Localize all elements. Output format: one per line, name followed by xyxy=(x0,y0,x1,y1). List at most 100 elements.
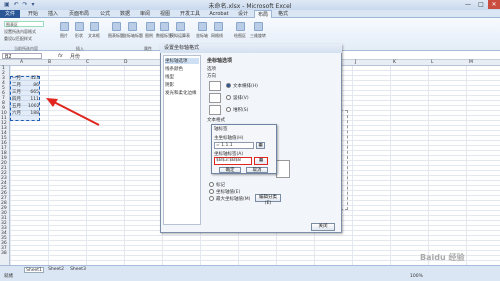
radio-vertical-label: 竖排(V) xyxy=(233,96,249,101)
tab-format[interactable]: 格式 xyxy=(274,10,292,18)
tab-data[interactable]: 数据 xyxy=(116,10,134,18)
radio-tick[interactable] xyxy=(209,182,214,187)
nav-item-shadow[interactable]: 阴影 xyxy=(165,82,174,88)
nav-item-glow[interactable]: 发光和柔化边缘 xyxy=(165,90,197,96)
radio-stacked[interactable] xyxy=(226,107,231,112)
legend-icon[interactable] xyxy=(146,22,155,31)
reset-style-button[interactable]: 重设以匹配样式 xyxy=(4,36,32,42)
shapes-icon[interactable] xyxy=(75,22,84,31)
inner-dialog-title: 轴标签 xyxy=(214,127,228,132)
close-button[interactable]: ✕ xyxy=(488,0,500,9)
chart-title-icon[interactable] xyxy=(112,22,121,31)
table-cell-month[interactable]: 一月 xyxy=(12,76,21,81)
column-header[interactable]: K xyxy=(393,60,396,65)
format-selection-button[interactable]: 设置所选内容格式 xyxy=(4,29,36,35)
nav-item-line-style[interactable]: 线型 xyxy=(165,74,174,80)
table-cell-value[interactable]: 86 xyxy=(28,83,39,88)
gridlines-button[interactable]: 网格线 xyxy=(211,33,223,39)
data-table-button[interactable]: 模拟运算表 xyxy=(170,33,190,39)
nav-item-axis-options[interactable]: 坐标轴选项 xyxy=(165,58,199,64)
table-cell-value[interactable]: 188 xyxy=(28,111,39,116)
tab-insert[interactable]: 插入 xyxy=(44,10,62,18)
data-labels-icon[interactable] xyxy=(160,22,169,31)
sheet-tab-2[interactable]: Sheet2 xyxy=(46,267,66,273)
preview-box xyxy=(276,160,290,178)
table-cell-month[interactable]: 三月 xyxy=(12,90,21,95)
table-cell-value[interactable]: 111 xyxy=(28,97,39,102)
table-cell-month[interactable]: 四月 xyxy=(12,97,21,102)
column-header[interactable]: A xyxy=(20,60,23,65)
restore-button[interactable]: □ xyxy=(475,0,487,9)
table-cell-month[interactable]: 二月 xyxy=(12,83,21,88)
plot-area-icon[interactable] xyxy=(236,22,245,31)
tab-formulas[interactable]: 公式 xyxy=(96,10,114,18)
column-header[interactable]: M xyxy=(469,60,473,65)
text-layout-label: 文本格式 xyxy=(207,118,225,123)
formula-input[interactable]: 月份 xyxy=(70,53,80,60)
column-header[interactable]: C xyxy=(86,60,89,65)
radio-stacked-label: 堆积(S) xyxy=(233,108,249,113)
table-cell-month[interactable]: 五月 xyxy=(12,104,21,109)
radio-tick-label: 标记 xyxy=(216,183,225,188)
name-box[interactable]: B2 xyxy=(2,53,42,60)
nav-item-line-color[interactable]: 线条颜色 xyxy=(165,66,183,72)
table-cell-value[interactable]: 423 xyxy=(28,76,39,81)
picture-button[interactable]: 图片 xyxy=(60,33,68,39)
fx-icon[interactable]: fx xyxy=(58,53,63,59)
column-header[interactable]: L xyxy=(431,60,434,65)
3d-rotation-icon[interactable] xyxy=(254,22,263,31)
minimize-button[interactable]: — xyxy=(462,0,474,9)
collapse-range-icon[interactable]: ▦ xyxy=(256,142,265,149)
radio-horizontal[interactable] xyxy=(226,83,231,88)
tab-acrobat[interactable]: Acrobat xyxy=(206,10,232,18)
table-cell-month[interactable]: 六月 xyxy=(12,111,21,116)
axis-label-range-input[interactable]: $B$3:$B$8 xyxy=(214,157,252,165)
tab-design[interactable]: 设计 xyxy=(234,10,252,18)
table-cell-value[interactable]: 1002 xyxy=(28,104,39,109)
tab-page-layout[interactable]: 页面布局 xyxy=(64,10,94,18)
radio-vertical[interactable] xyxy=(226,95,231,100)
shapes-button[interactable]: 形状 xyxy=(75,33,83,39)
direction-label: 方向 xyxy=(207,74,216,79)
axes-button[interactable]: 坐标轴 xyxy=(196,33,208,39)
radio-max-axis[interactable] xyxy=(209,196,214,201)
chart-element-select[interactable]: 图表区 xyxy=(4,21,44,27)
axis-title-button[interactable]: 坐标轴标题 xyxy=(123,33,143,39)
select-range-icon[interactable]: ▦ xyxy=(254,157,268,165)
column-header[interactable]: B xyxy=(48,60,51,65)
annotation-arrow-icon xyxy=(46,98,100,126)
plot-area-button[interactable]: 绘图区 xyxy=(234,33,246,39)
textbox-icon[interactable] xyxy=(90,22,99,31)
sheet-tab-3[interactable]: Sheet3 xyxy=(68,267,88,273)
tab-review[interactable]: 审阅 xyxy=(136,10,154,18)
chart-title-button[interactable]: 图表标题 xyxy=(108,33,124,39)
picture-icon[interactable] xyxy=(60,22,69,31)
quick-access-toolbar[interactable]: ▣ ↶ ↷ ▾ xyxy=(4,1,35,8)
row-header[interactable]: 38 xyxy=(1,251,7,256)
tab-file[interactable]: 文件 xyxy=(0,10,20,18)
table-cell-value[interactable]: 665 xyxy=(28,90,39,95)
dialog-close-button[interactable]: 关闭 xyxy=(311,223,335,231)
tab-layout[interactable]: 布局 xyxy=(254,10,272,18)
3d-rotation-button[interactable]: 三维旋转 xyxy=(250,33,266,39)
column-header[interactable]: J xyxy=(355,60,356,65)
axes-icon[interactable] xyxy=(198,22,207,31)
column-header[interactable]: D xyxy=(124,60,127,65)
primary-axis-input[interactable]: = 1.1.1 xyxy=(214,142,254,149)
cancel-button[interactable]: 取消 xyxy=(246,167,268,173)
ok-button[interactable]: 确定 xyxy=(219,167,241,173)
tab-developer[interactable]: 开发工具 xyxy=(176,10,204,18)
edit-category-button[interactable]: 编辑分类(E) xyxy=(255,194,281,206)
axis-title-icon[interactable] xyxy=(128,22,137,31)
gridlines-icon[interactable] xyxy=(214,22,223,31)
tab-home[interactable]: 开始 xyxy=(24,10,42,18)
section-title: 坐标轴选项 xyxy=(207,58,233,64)
sheet-tab-1[interactable]: Sheet1 xyxy=(24,267,44,273)
radio-axis-value-label: 坐标轴值(E) xyxy=(216,190,241,195)
legend-button[interactable]: 图例 xyxy=(145,33,153,39)
tab-view[interactable]: 视图 xyxy=(156,10,174,18)
radio-axis-value[interactable] xyxy=(209,189,214,194)
zoom-level[interactable]: 100% xyxy=(410,274,423,279)
data-table-icon[interactable] xyxy=(176,22,185,31)
textbox-button[interactable]: 文本框 xyxy=(88,33,100,39)
